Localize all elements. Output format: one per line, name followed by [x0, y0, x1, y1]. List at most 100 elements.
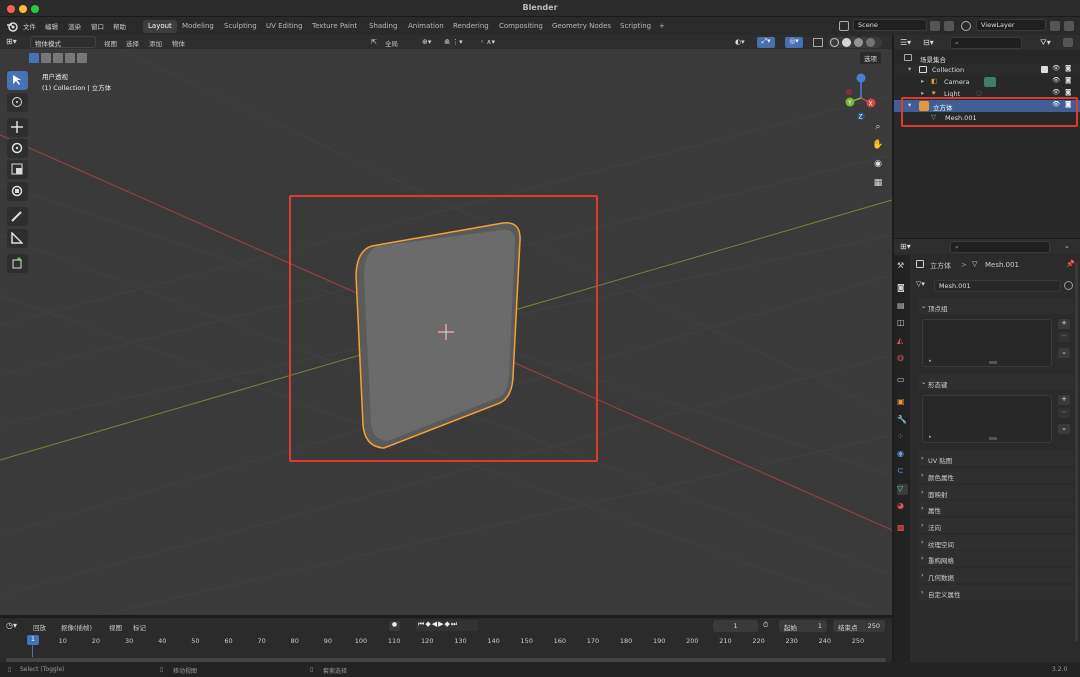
menu-file[interactable]: 文件 [23, 21, 36, 31]
mesh-data-tab-icon[interactable]: ▽ [897, 484, 908, 495]
transform-orientation-select[interactable]: 全局 [385, 38, 398, 48]
list-filter-icon[interactable]: ▸ [929, 358, 932, 364]
output-tab-icon[interactable]: ▤ [897, 301, 908, 312]
world-tab-icon[interactable]: ◍ [897, 353, 908, 364]
tab-texture-paint[interactable]: Texture Paint [307, 20, 362, 33]
collection-include-checkbox[interactable] [1041, 66, 1048, 73]
tab-rendering[interactable]: Rendering [448, 20, 494, 33]
jump-end-icon[interactable]: ⏭ [451, 620, 458, 628]
fake-user-shield-icon[interactable] [1064, 281, 1073, 290]
tool-measure[interactable] [7, 229, 28, 248]
3d-viewport[interactable]: X Y Z ⌕ ✋ ◉ ▦ 用户透视 (1) Collection | 立方体 [0, 35, 892, 615]
end-frame-field[interactable]: 结束点 250 [833, 620, 885, 632]
new-viewlayer-icon[interactable] [1050, 21, 1060, 31]
select-intersect-icon[interactable] [77, 53, 87, 63]
scene-icon[interactable] [839, 21, 849, 31]
display-mode-icon[interactable]: ⊟▾ [923, 38, 934, 47]
pan-hand-icon[interactable]: ✋ [870, 140, 886, 156]
tool-transform[interactable] [7, 182, 28, 201]
menu-playback[interactable]: 回放 [33, 622, 46, 632]
render-camera-icon[interactable]: ◙ [1065, 76, 1071, 84]
eye-icon[interactable]: 👁 [1052, 88, 1060, 96]
panel-shape-keys[interactable]: ⌄ 形态键 [918, 375, 1074, 390]
stopwatch-icon[interactable]: ⏱ [763, 621, 768, 630]
tab-modeling[interactable]: Modeling [177, 20, 219, 33]
light-data-icon[interactable]: ◌ [976, 89, 982, 97]
menu-timeline-view[interactable]: 视图 [109, 622, 122, 632]
zoom-icon[interactable]: ⌕ [870, 122, 886, 138]
panel-attributes[interactable]: › 属性 [918, 501, 1074, 516]
menu-object[interactable]: 物体 [172, 38, 185, 48]
visibility-icon[interactable]: ◐▾ [735, 38, 749, 47]
tab-geometry-nodes[interactable]: Geometry Nodes [547, 20, 616, 33]
filter-icon[interactable]: ⛛▾ [1040, 38, 1051, 48]
menu-view[interactable]: 视图 [104, 38, 117, 48]
pin-icon[interactable]: 📌 [1066, 260, 1075, 268]
navigation-gizmo[interactable]: X Y Z [837, 72, 887, 122]
menu-keying[interactable]: 抠像(插帧) [61, 622, 92, 632]
select-extend-icon[interactable] [41, 53, 51, 63]
delete-scene-icon[interactable] [944, 21, 954, 31]
scene-tab-icon[interactable]: ◭ [897, 336, 908, 347]
menu-window[interactable]: 窗口 [91, 21, 104, 31]
tool-add-cube[interactable] [7, 254, 28, 273]
menu-add[interactable]: 添加 [149, 38, 162, 48]
list-resize-handle[interactable] [989, 361, 997, 364]
add-vertex-group-button[interactable]: + [1058, 319, 1070, 329]
snap-icon[interactable]: ⋒ ⋮▾ [444, 38, 472, 47]
add-workspace-button[interactable]: + [654, 20, 670, 33]
menu-select[interactable]: 选择 [126, 38, 139, 48]
tab-sculpting[interactable]: Sculpting [219, 20, 262, 33]
expand-icon[interactable]: ▸ [921, 77, 924, 85]
expand-icon[interactable]: ▸ [921, 89, 924, 97]
panel-custom-properties[interactable]: › 自定义属性 [918, 585, 1074, 600]
particles-tab-icon[interactable]: ⁘ [897, 432, 908, 443]
tab-animation[interactable]: Animation [403, 20, 449, 33]
eye-icon[interactable]: 👁 [1052, 76, 1060, 84]
shape-key-specials-button[interactable]: ⌄ [1058, 424, 1070, 434]
blender-logo-icon[interactable] [6, 20, 18, 32]
outliner-item-camera[interactable]: ▸ ◧ Camera 👁 ◙ [894, 76, 1080, 88]
start-frame-field[interactable]: 起始 1 [779, 620, 827, 632]
properties-dropdown-icon[interactable]: ⌄ [1064, 242, 1070, 250]
playback-controls[interactable]: ⏮◆◀▶◆⏭ [416, 620, 478, 631]
tool-move[interactable] [7, 118, 28, 137]
panel-geometry-data[interactable]: › 几何数据 [918, 568, 1074, 583]
delete-viewlayer-icon[interactable] [1064, 21, 1074, 31]
shape-keys-list[interactable]: ▸ [922, 395, 1052, 443]
editor-type-icon[interactable]: ⊞▾ [6, 37, 24, 47]
texture-tab-icon[interactable]: ▩ [897, 523, 908, 534]
menu-help[interactable]: 帮助 [113, 21, 126, 31]
outliner-collection[interactable]: ▾ Collection 👁 ◙ [894, 64, 1080, 76]
outliner-editor-icon[interactable]: ☰▾ [900, 38, 911, 47]
viewlayer-field[interactable]: ViewLayer [976, 19, 1046, 31]
options-button[interactable]: 选项 [860, 52, 881, 64]
new-collection-icon[interactable] [1063, 38, 1073, 47]
wireframe-shading-icon[interactable] [830, 38, 839, 47]
timeline-editor-icon[interactable]: ◷▾ [6, 621, 17, 630]
outliner-search-input[interactable]: ⌕ [950, 37, 1022, 49]
tab-uv-editing[interactable]: UV Editing [261, 20, 308, 33]
mode-select[interactable]: 物体模式 [30, 36, 96, 48]
vertex-group-specials-button[interactable]: ⌄ [1058, 348, 1070, 358]
solid-shading-icon[interactable] [842, 38, 851, 47]
collection-expand-icon[interactable]: ▾ [908, 65, 911, 73]
select-subtract-icon[interactable] [53, 53, 63, 63]
tab-layout[interactable]: Layout [143, 20, 177, 33]
view-layer-tab-icon[interactable]: ◫ [897, 318, 908, 329]
list-resize-handle[interactable] [989, 437, 997, 440]
select-invert-icon[interactable] [65, 53, 75, 63]
rendered-shading-icon[interactable] [866, 38, 875, 47]
tool-select-box[interactable] [7, 71, 28, 90]
physics-tab-icon[interactable]: ◉ [897, 449, 908, 460]
tool-cursor[interactable] [7, 93, 28, 112]
constraints-tab-icon[interactable]: ⊂ [897, 466, 908, 477]
new-scene-icon[interactable] [930, 21, 940, 31]
tool-annotate[interactable] [7, 207, 28, 226]
panel-texture-space[interactable]: › 纹理空间 [918, 535, 1074, 550]
material-shading-icon[interactable] [854, 38, 863, 47]
material-tab-icon[interactable]: ◕ [897, 501, 908, 512]
camera-view-icon[interactable]: ◉ [870, 159, 886, 175]
tab-scripting[interactable]: Scripting [615, 20, 656, 33]
panel-uv-maps[interactable]: › UV 贴图 [918, 451, 1074, 466]
